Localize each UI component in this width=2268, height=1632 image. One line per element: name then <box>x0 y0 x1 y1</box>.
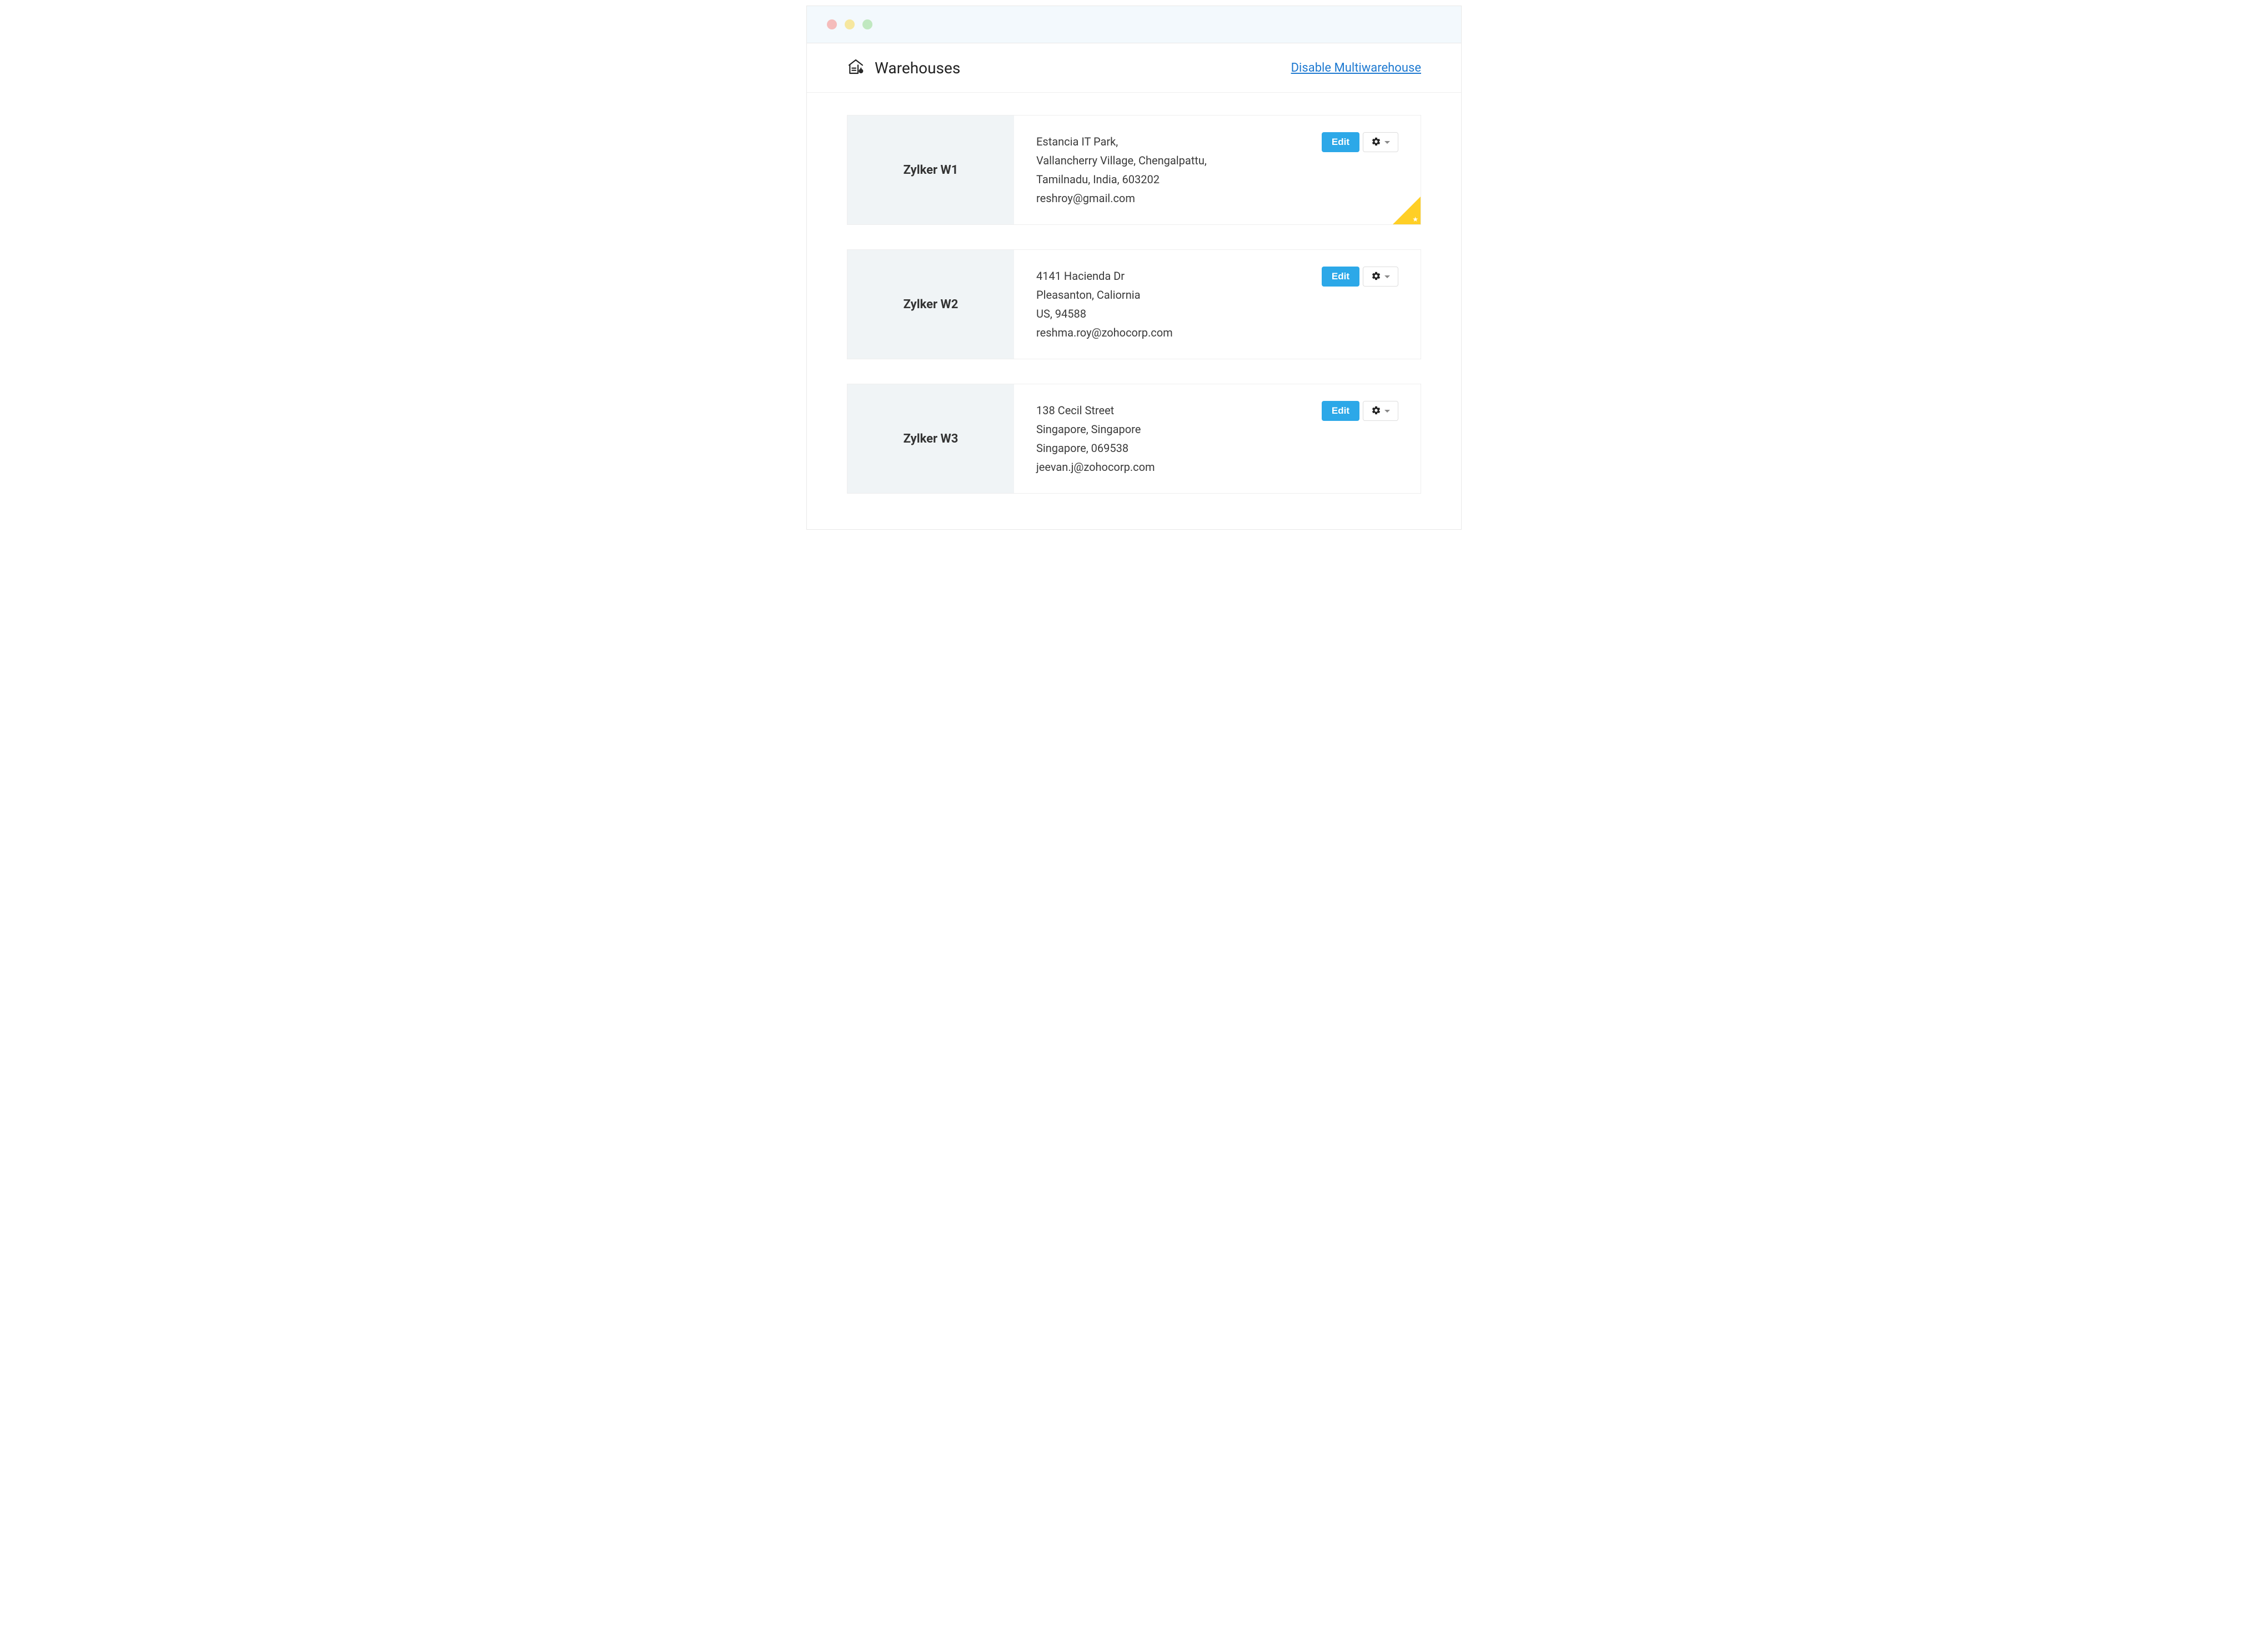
address-line: Vallancherry Village, Chengalpattu, <box>1036 151 1207 170</box>
edit-button[interactable]: Edit <box>1322 401 1359 421</box>
gear-icon <box>1371 405 1381 417</box>
card-actions: Edit <box>1322 132 1398 152</box>
settings-dropdown-button[interactable] <box>1363 267 1398 287</box>
address-line: US, 94588 <box>1036 304 1173 323</box>
gear-icon <box>1371 271 1381 283</box>
window: Warehouses Disable Multiwarehouse Zylker… <box>806 6 1462 530</box>
contact-email: reshma.roy@zohocorp.com <box>1036 323 1173 342</box>
address-line: Singapore, 069538 <box>1036 439 1155 458</box>
edit-button[interactable]: Edit <box>1322 132 1359 152</box>
card-actions: Edit <box>1322 401 1398 421</box>
window-titlebar <box>807 6 1461 43</box>
address-block: Estancia IT Park, Vallancherry Village, … <box>1036 132 1207 208</box>
warehouse-name: Zylker W1 <box>904 163 959 177</box>
warehouse-name: Zylker W2 <box>904 298 959 312</box>
page-title: Warehouses <box>875 59 960 77</box>
card-name-panel: Zylker W1 <box>847 116 1014 224</box>
caret-down-icon <box>1384 410 1390 413</box>
caret-down-icon <box>1384 141 1390 144</box>
warehouse-name: Zylker W3 <box>904 432 959 446</box>
address-line: Tamilnadu, India, 603202 <box>1036 170 1207 189</box>
address-line: Singapore, Singapore <box>1036 420 1155 439</box>
address-line: 138 Cecil Street <box>1036 401 1155 420</box>
card-actions: Edit <box>1322 267 1398 287</box>
address-line: Estancia IT Park, <box>1036 132 1207 151</box>
warehouse-card: Zylker W2 4141 Hacienda Dr Pleasanton, C… <box>847 249 1421 359</box>
minimize-window-button[interactable] <box>845 19 855 29</box>
primary-star-badge <box>1393 197 1421 224</box>
page-header: Warehouses Disable Multiwarehouse <box>807 43 1461 93</box>
contact-email: reshroy@gmail.com <box>1036 189 1207 208</box>
card-name-panel: Zylker W2 <box>847 250 1014 359</box>
card-details-panel: 138 Cecil Street Singapore, Singapore Si… <box>1014 384 1421 493</box>
address-line: 4141 Hacienda Dr <box>1036 267 1173 285</box>
caret-down-icon <box>1384 275 1390 278</box>
warehouse-icon <box>847 58 865 78</box>
disable-multiwarehouse-link[interactable]: Disable Multiwarehouse <box>1291 61 1421 75</box>
contact-email: jeevan.j@zohocorp.com <box>1036 458 1155 476</box>
address-block: 4141 Hacienda Dr Pleasanton, Caliornia U… <box>1036 267 1173 342</box>
edit-button[interactable]: Edit <box>1322 267 1359 287</box>
settings-dropdown-button[interactable] <box>1363 401 1398 421</box>
address-line: Pleasanton, Caliornia <box>1036 285 1173 304</box>
page-header-left: Warehouses <box>847 58 960 78</box>
gear-icon <box>1371 137 1381 148</box>
warehouse-card: Zylker W1 Estancia IT Park, Vallancherry… <box>847 115 1421 225</box>
address-block: 138 Cecil Street Singapore, Singapore Si… <box>1036 401 1155 476</box>
warehouse-card: Zylker W3 138 Cecil Street Singapore, Si… <box>847 384 1421 494</box>
content-area: Zylker W1 Estancia IT Park, Vallancherry… <box>807 93 1461 529</box>
card-name-panel: Zylker W3 <box>847 384 1014 493</box>
card-details-panel: Estancia IT Park, Vallancherry Village, … <box>1014 116 1421 224</box>
settings-dropdown-button[interactable] <box>1363 132 1398 152</box>
card-details-panel: 4141 Hacienda Dr Pleasanton, Caliornia U… <box>1014 250 1421 359</box>
close-window-button[interactable] <box>827 19 837 29</box>
maximize-window-button[interactable] <box>862 19 872 29</box>
